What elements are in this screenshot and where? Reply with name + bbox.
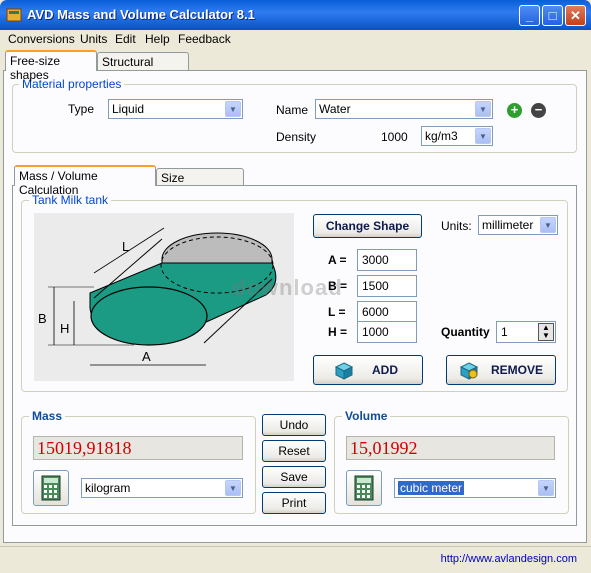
dim-a-label: A =	[328, 253, 347, 267]
type-select[interactable]: Liquid ▼	[108, 99, 243, 119]
type-value: Liquid	[112, 102, 145, 116]
status-bar: http://www.avlandesign.com	[0, 546, 591, 573]
menu-help[interactable]: Help	[145, 32, 170, 46]
watermark-text: download	[232, 275, 343, 300]
remove-button[interactable]: REMOVE	[446, 355, 556, 385]
name-label: Name	[276, 103, 309, 117]
density-unit-value: kg/m3	[425, 129, 458, 143]
print-button[interactable]: Print	[262, 492, 326, 514]
save-button[interactable]: Save	[262, 466, 326, 488]
mass-unit-value: kilogram	[85, 481, 131, 495]
reset-button[interactable]: Reset	[262, 440, 326, 462]
maximize-button[interactable]: □	[542, 5, 563, 26]
change-shape-button[interactable]: Change Shape	[313, 214, 422, 238]
diagram-label-b: B	[38, 311, 47, 326]
chevron-down-icon: ▼	[475, 128, 491, 144]
units-select[interactable]: millimeter ▼	[478, 215, 558, 235]
mass-unit-select[interactable]: kilogram ▼	[81, 478, 243, 498]
diagram-label-a: A	[142, 349, 151, 364]
title-bar: AVD Mass and Volume Calculator 8.1 _ □ ✕	[0, 0, 591, 30]
dim-b-input[interactable]: 1500	[357, 275, 417, 297]
calculator-icon	[354, 475, 374, 501]
type-label: Type	[68, 102, 95, 116]
website-link[interactable]: http://www.avlandesign.com	[441, 553, 577, 565]
dim-a-input[interactable]: 3000	[357, 249, 417, 271]
window-title: AVD Mass and Volume Calculator 8.1	[27, 7, 255, 22]
name-value: Water	[319, 102, 351, 116]
undo-button[interactable]: Undo	[262, 414, 326, 436]
density-unit-select[interactable]: kg/m3 ▼	[421, 126, 493, 146]
chevron-down-icon: ▼	[475, 101, 491, 117]
app-icon	[6, 8, 22, 22]
chevron-down-icon: ▼	[225, 480, 241, 496]
spin-arrows-icon[interactable]: ▲ ▼	[538, 323, 554, 341]
dim-h-input[interactable]: 1000	[357, 321, 417, 343]
volume-unit-select[interactable]: cubic meter ▼	[394, 478, 556, 498]
add-label: ADD	[372, 363, 398, 377]
density-value: 1000	[381, 130, 408, 144]
tab-structural-shapes[interactable]: Structural shapes	[97, 52, 189, 83]
tab-mass-volume-calculation[interactable]: Mass / Volume Calculation	[14, 165, 156, 197]
menu-units[interactable]: Units	[80, 32, 107, 46]
menu-feedback[interactable]: Feedback	[178, 32, 231, 46]
dim-l-input[interactable]: 6000	[357, 301, 417, 323]
diagram-label-h: H	[60, 321, 69, 336]
quantity-value: 1	[501, 325, 508, 339]
units-label: Units:	[441, 219, 472, 233]
name-select[interactable]: Water ▼	[315, 99, 493, 119]
calculator-icon	[41, 475, 61, 501]
chevron-down-icon: ▼	[540, 217, 556, 233]
mass-calculator-button[interactable]	[33, 470, 69, 506]
add-material-icon[interactable]: +	[507, 103, 522, 118]
volume-calculator-button[interactable]	[346, 470, 382, 506]
add-button[interactable]: ADD	[313, 355, 423, 385]
volume-unit-value: cubic meter	[398, 481, 465, 495]
tab-free-size-shapes[interactable]: Free-size shapes	[5, 50, 97, 82]
dim-b-label: B =	[328, 279, 348, 293]
dim-l-label: L =	[328, 305, 346, 319]
mass-label: Mass	[29, 409, 66, 423]
remove-label: REMOVE	[491, 363, 544, 377]
minimize-button[interactable]: _	[519, 5, 540, 26]
chevron-down-icon: ▼	[225, 101, 241, 117]
menu-edit[interactable]: Edit	[115, 32, 136, 46]
density-label: Density	[276, 130, 317, 144]
quantity-label: Quantity	[441, 325, 490, 339]
volume-label: Volume	[342, 409, 391, 423]
close-button[interactable]: ✕	[565, 5, 586, 26]
menu-conversions[interactable]: Conversions	[8, 32, 75, 46]
mass-readout: 15019,91818	[33, 436, 243, 460]
quantity-stepper[interactable]: 1 ▲ ▼	[496, 321, 556, 343]
cube-remove-icon	[459, 362, 479, 380]
remove-material-icon[interactable]: −	[531, 103, 546, 118]
cube-icon	[334, 362, 354, 380]
menu-bar: Conversions Units Edit Help Feedback	[0, 30, 591, 49]
units-value: millimeter	[482, 218, 534, 232]
diagram-label-l: L	[122, 239, 129, 254]
chevron-down-icon: ▼	[538, 480, 554, 496]
volume-readout: 15,01992	[346, 436, 555, 460]
dim-h-label: H =	[328, 325, 348, 339]
